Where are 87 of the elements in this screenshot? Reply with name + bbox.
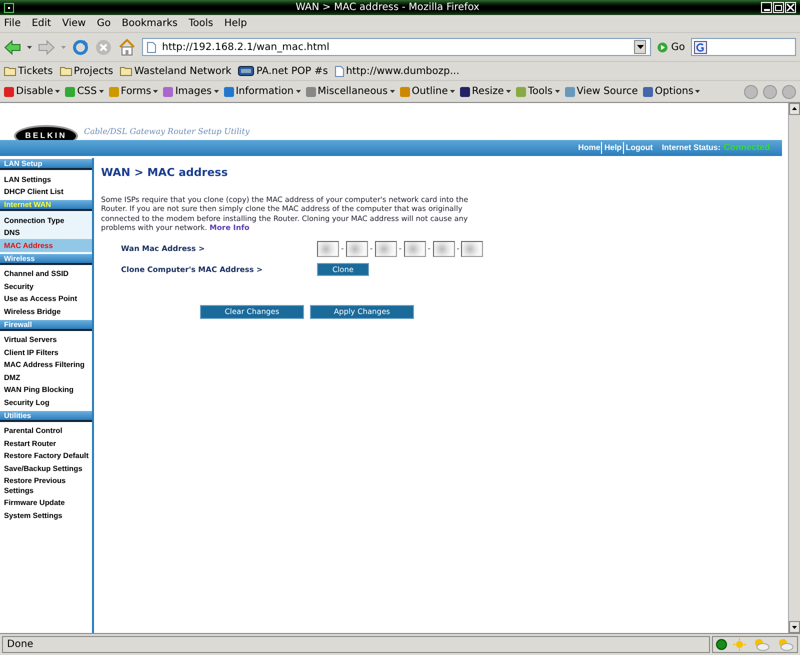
bookmark-link[interactable]: Wasteland Network bbox=[120, 64, 232, 78]
page-icon bbox=[334, 66, 344, 76]
caret-icon bbox=[153, 90, 158, 93]
close-icon[interactable] bbox=[785, 2, 796, 13]
scrollbar[interactable] bbox=[788, 103, 800, 633]
toolbar-icon bbox=[642, 86, 653, 96]
site-icon bbox=[238, 66, 254, 76]
toolbar-menu[interactable]: CSS bbox=[65, 84, 104, 99]
caret-icon bbox=[214, 90, 219, 93]
subtitle: Cable/DSL Gateway Router Setup Utility bbox=[84, 126, 250, 138]
separator-text: - bbox=[398, 242, 402, 255]
toolbar-icon bbox=[516, 86, 526, 96]
maximize-icon[interactable] bbox=[773, 2, 784, 13]
caret-icon bbox=[296, 90, 301, 93]
sun-icon bbox=[733, 638, 746, 651]
scroll-down-icon[interactable] bbox=[789, 621, 800, 633]
bookmark-link[interactable]: http://www.dumbozp... bbox=[334, 64, 460, 78]
folder-icon bbox=[120, 66, 132, 76]
toolbar-menu[interactable]: Disable bbox=[4, 84, 60, 99]
bookmark-link[interactable]: PA.net POP #s bbox=[238, 64, 328, 78]
caret-icon bbox=[55, 90, 60, 93]
caret-icon bbox=[695, 90, 700, 93]
address-field[interactable]: http://192.168.2.1/wan_mac.html bbox=[142, 38, 652, 56]
status-label: Internet Status: bbox=[662, 142, 720, 154]
cloudy-sun-icon bbox=[776, 638, 794, 651]
bookmark-link[interactable]: Tickets bbox=[4, 64, 53, 78]
mac-field[interactable] bbox=[432, 240, 455, 257]
toolbar-icon bbox=[4, 86, 14, 96]
separator-text: - bbox=[370, 242, 373, 255]
menu-item[interactable]: File bbox=[4, 16, 21, 31]
separator-text: - bbox=[341, 242, 344, 255]
toolbar-menu[interactable]: Forms bbox=[108, 84, 158, 99]
mac-field[interactable] bbox=[374, 240, 397, 257]
page-heading: WAN > MAC address bbox=[101, 165, 229, 181]
menu-item[interactable]: Bookmarks bbox=[122, 16, 178, 31]
caret-icon bbox=[554, 90, 560, 93]
menu-item[interactable]: Tools bbox=[188, 16, 214, 31]
toolbar-icon bbox=[564, 86, 575, 96]
go-button[interactable]: Go bbox=[657, 40, 685, 54]
scroll-up-icon[interactable] bbox=[789, 103, 800, 115]
mac-field[interactable] bbox=[404, 240, 426, 257]
caret-icon bbox=[98, 90, 104, 93]
menu-item[interactable]: View bbox=[62, 16, 86, 31]
folder-icon bbox=[60, 66, 72, 76]
separator-text: - bbox=[456, 242, 460, 255]
toolbar-menu[interactable]: Miscellaneous bbox=[306, 84, 395, 99]
toolbar-icon bbox=[306, 86, 316, 96]
minimize-icon[interactable] bbox=[761, 2, 772, 13]
home-icon[interactable] bbox=[118, 38, 136, 56]
caret-icon bbox=[506, 90, 511, 93]
window-menu-icon[interactable] bbox=[4, 2, 14, 12]
toolbar-menu[interactable]: View Source bbox=[564, 84, 638, 99]
separator-text: - bbox=[428, 242, 431, 255]
back-arrow-icon[interactable] bbox=[4, 40, 21, 54]
toolbar-icon bbox=[460, 86, 470, 96]
window-title: WAN > MAC address - Mozilla Firefox bbox=[294, 0, 480, 14]
dropdown-arrow-icon[interactable] bbox=[27, 46, 32, 48]
cloudy-sun-icon bbox=[752, 638, 770, 651]
toolbar-icon bbox=[224, 86, 234, 96]
toolbar-menu[interactable]: Tools bbox=[516, 84, 560, 99]
status-dot-icon bbox=[716, 639, 727, 650]
toolbar-menu[interactable]: Outline bbox=[400, 84, 455, 99]
menu-item[interactable]: Edit bbox=[32, 16, 52, 31]
url-dropdown-icon[interactable] bbox=[634, 40, 646, 54]
toolbar-menu[interactable]: Options bbox=[642, 84, 700, 99]
mac-field[interactable] bbox=[346, 240, 368, 257]
search-engine-icon bbox=[694, 40, 707, 54]
toolbar-icon bbox=[108, 86, 119, 96]
folder-icon bbox=[4, 66, 16, 76]
toolbar-icon bbox=[400, 86, 410, 96]
toolbar-menu[interactable]: Images bbox=[163, 84, 219, 99]
toolbar-menu[interactable]: Resize bbox=[460, 84, 511, 99]
mac-field[interactable] bbox=[317, 240, 339, 257]
menu-item[interactable]: Go bbox=[96, 16, 111, 31]
toolbar-icon bbox=[163, 86, 174, 96]
bookmark-link[interactable]: Projects bbox=[60, 64, 114, 78]
status-text: Done bbox=[2, 636, 710, 653]
status-value: Connected bbox=[723, 141, 770, 154]
menu-item[interactable]: Help bbox=[224, 16, 248, 31]
toolbar-menu[interactable]: Information bbox=[224, 84, 301, 99]
caret-icon bbox=[450, 90, 455, 93]
search-field[interactable] bbox=[691, 38, 796, 56]
page-icon bbox=[147, 42, 156, 52]
mac-field[interactable] bbox=[461, 240, 484, 257]
toolbar-icon bbox=[65, 86, 76, 96]
reload-icon[interactable] bbox=[72, 38, 89, 56]
caret-icon bbox=[390, 90, 395, 93]
